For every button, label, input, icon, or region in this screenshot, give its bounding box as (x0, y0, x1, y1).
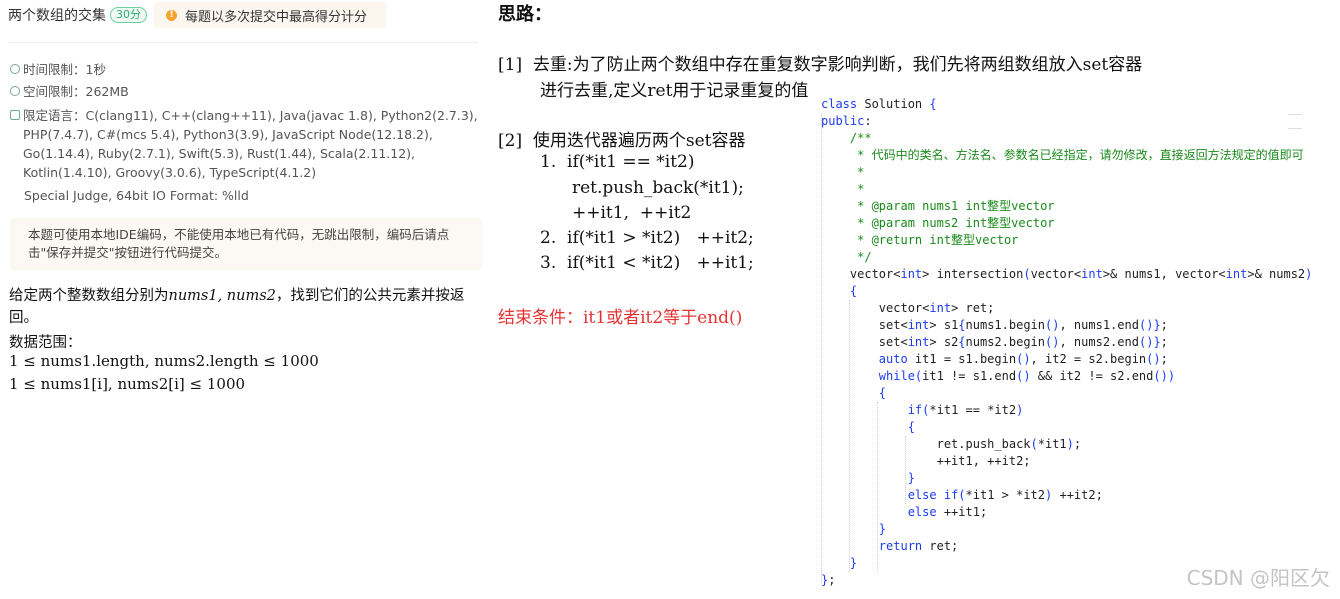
step2-b: 2. if(*it1 > *it2) ++it2; (540, 228, 754, 248)
code-line: } (907, 471, 915, 485)
code-line: while(it1 != s1.end() && it2 != s2.end()… (878, 369, 1176, 383)
scroll-mark (1288, 128, 1302, 129)
code-line: * (821, 165, 865, 179)
step2-a1: 1. if(*it1 == *it2) (540, 152, 695, 172)
code-line: * (821, 182, 865, 196)
code-line: else if(*it1 > *it2) ++it2; (907, 488, 1103, 502)
warning-icon: ! (166, 9, 177, 21)
code-line: ret.push_back(*it1); (821, 437, 1082, 451)
time-limit: 时间限制：1秒 (23, 62, 106, 77)
code-line: vector<int> ret; (821, 301, 995, 315)
code-line: } (878, 522, 887, 536)
code-line: ++it1, ++it2; (821, 454, 1031, 468)
range-1: 1 ≤ nums1.length, nums2.length ≤ 1000 (9, 352, 319, 370)
desc-prefix: 给定两个整数数组分别为 (9, 288, 169, 304)
code-line: { (849, 284, 858, 298)
code-icon (10, 110, 20, 120)
problem-title: 两个数组的交集 (8, 8, 106, 24)
end-condition: 结束条件：it1或者it2等于end() (498, 308, 743, 328)
languages: 限定语言：C(clang11), C++(clang++11), Java(ja… (23, 108, 478, 180)
clock-icon (10, 64, 20, 74)
step2-c: 3. if(*it1 < *it2) ++it1; (540, 253, 754, 273)
step2-title: [2] 使用迭代器遍历两个set容器 (498, 131, 746, 151)
code-line: * @param nums1 int整型vector (821, 199, 1055, 213)
step1-line2: 进行去重,定义ret用于记录重复的值 (540, 81, 809, 101)
divider (8, 42, 478, 43)
code-line: set<int> s1{nums1.begin(), nums1.end()}; (821, 318, 1168, 332)
memory-icon (10, 86, 20, 96)
code-line: * @param nums2 int整型vector (821, 216, 1055, 230)
code-line: if(*it1 == *it2) (907, 403, 1024, 417)
time-limit-row: 时间限制：1秒 (10, 60, 106, 79)
code-line: { (907, 420, 915, 434)
languages-row: 限定语言：C(clang11), C++(clang++11), Java(ja… (10, 106, 483, 182)
code-line: { (878, 386, 887, 400)
notes-title: 思路： (498, 4, 552, 25)
score-notice-text: 每题以多次提交中最高得分计分 (185, 9, 368, 25)
score-badge: 30分 (110, 7, 147, 23)
step2-a2: ret.push_back(*it1); (572, 178, 744, 198)
watermark: CSDN @阳区欠 (1186, 566, 1330, 590)
score-notice: ! 每题以多次提交中最高得分计分 (154, 2, 386, 28)
tip-text: 本题可使用本地IDE编码，不能使用本地已有代码，无跳出限制，编码后请点击"保存并… (28, 227, 450, 260)
range-2: 1 ≤ nums1[i], nums2[i] ≤ 1000 (9, 375, 246, 393)
code-line: return ret; (878, 539, 959, 553)
desc-vars: nums1, nums2 (168, 288, 276, 304)
space-limit-row: 空间限制：262MB (10, 82, 129, 101)
step1-line1: [1] 去重:为了防止两个数组中存在重复数字影响判断，我们先将两组数组放入set… (498, 55, 1143, 75)
scroll-mark (1288, 114, 1302, 115)
code-line: /** (821, 131, 872, 145)
code-line: vector<int> intersection(vector<int>& nu… (821, 267, 1313, 281)
code-line: class Solution { (821, 97, 937, 111)
code-line: auto it1 = s1.begin(), it2 = s2.begin(); (878, 352, 1168, 366)
code-panel: class Solution { public: /** * 代码中的类名、方法名… (816, 96, 1340, 599)
code-line: public: (821, 114, 872, 128)
code-line: else ++it1; (907, 505, 988, 519)
code-line: } (849, 556, 858, 570)
problem-description: 给定两个整数数组分别为nums1, nums2，找到它们的公共元素并按返回。 (9, 285, 479, 329)
space-limit: 空间限制：262MB (23, 84, 129, 99)
notes-panel: 思路： [1] 去重:为了防止两个数组中存在重复数字影响判断，我们先将两组数组放… (494, 0, 1142, 599)
code-line: * @return int整型vector (821, 233, 1019, 247)
judge-info: Special Judge, 64bit IO Format: %lld (24, 188, 249, 203)
tip-box: 本题可使用本地IDE编码，不能使用本地已有代码，无跳出限制，编码后请点击"保存并… (10, 218, 482, 270)
code-line: */ (821, 250, 872, 264)
code-line: * 代码中的类名、方法名、参数名已经指定，请勿修改，直接返回方法规定的值即可 (821, 148, 1304, 162)
problem-panel: 两个数组的交集 30分 ! 每题以多次提交中最高得分计分 时间限制：1秒 空间限… (0, 0, 486, 599)
code-line: set<int> s2{nums2.begin(), nums2.end()}; (821, 335, 1168, 349)
step2-a3: ++it1, ++it2 (572, 203, 692, 223)
problem-title-row: 两个数组的交集 30分 (8, 4, 147, 26)
range-label: 数据范围： (9, 335, 82, 351)
code-line: }; (821, 573, 836, 587)
